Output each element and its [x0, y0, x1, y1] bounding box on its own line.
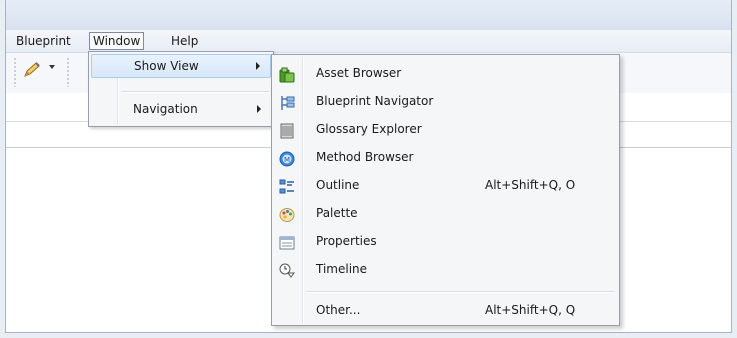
- menu-separator: [121, 91, 269, 93]
- menu-item-palette[interactable]: Palette: [274, 199, 617, 227]
- menu-item-label: Show View: [134, 59, 199, 73]
- toolbar-grip-2[interactable]: [67, 57, 69, 87]
- menu-item-timeline[interactable]: Timeline: [274, 255, 617, 283]
- title-bar: [6, 0, 731, 30]
- menu-item-method-browser[interactable]: M Method Browser: [274, 143, 617, 171]
- show-view-menu: Asset Browser Blueprint Navigator Glossa…: [271, 54, 620, 326]
- asset-browser-icon: [279, 65, 295, 83]
- menu-separator: [306, 291, 615, 293]
- method-browser-icon: M: [279, 149, 295, 167]
- menu-help[interactable]: Help: [168, 33, 201, 49]
- menu-item-outline[interactable]: Outline Alt+Shift+Q, O: [274, 171, 617, 199]
- timeline-icon: [279, 261, 295, 278]
- menu-item-navigation[interactable]: Navigation: [91, 97, 271, 121]
- menu-item-label: Properties: [316, 234, 377, 248]
- toolbar-dropdown-button[interactable]: [20, 60, 54, 80]
- glossary-explorer-icon: [279, 121, 295, 139]
- menu-item-label: Navigation: [133, 102, 198, 116]
- toolbar-grip[interactable]: [14, 57, 16, 87]
- menu-item-label: Other...: [316, 303, 361, 317]
- svg-text:M: M: [284, 156, 290, 164]
- chevron-right-icon: [256, 62, 260, 70]
- menu-item-shortcut: Alt+Shift+Q, Q: [485, 303, 576, 317]
- window-menu: Show View Navigation: [88, 51, 274, 127]
- menu-item-properties[interactable]: Properties: [274, 227, 617, 255]
- menu-item-label: Outline: [316, 178, 360, 192]
- chevron-right-icon: [257, 105, 261, 113]
- menu-item-asset-browser[interactable]: Asset Browser: [274, 59, 617, 87]
- menu-item-label: Method Browser: [316, 150, 414, 164]
- properties-icon: [279, 233, 295, 250]
- menu-item-label: Asset Browser: [316, 66, 402, 80]
- menu-window[interactable]: Window: [89, 32, 145, 50]
- menu-item-blueprint-navigator[interactable]: Blueprint Navigator: [274, 87, 617, 115]
- menu-item-label: Palette: [316, 206, 358, 220]
- menu-item-other[interactable]: Other... Alt+Shift+Q, Q: [274, 296, 617, 324]
- menu-bar: Blueprint Window Help: [6, 30, 731, 53]
- blueprint-navigator-icon: [279, 93, 295, 110]
- menu-item-shortcut: Alt+Shift+Q, O: [485, 178, 576, 192]
- menu-blueprint[interactable]: Blueprint: [13, 33, 74, 49]
- chevron-down-icon[interactable]: [49, 65, 55, 69]
- outline-icon: [279, 177, 295, 194]
- menu-item-label: Blueprint Navigator: [316, 94, 434, 108]
- menu-item-label: Timeline: [316, 262, 368, 276]
- menu-item-show-view[interactable]: Show View: [91, 54, 271, 78]
- menu-item-glossary-explorer[interactable]: Glossary Explorer: [274, 115, 617, 143]
- menu-item-label: Glossary Explorer: [316, 122, 422, 136]
- palette-icon: [279, 205, 295, 222]
